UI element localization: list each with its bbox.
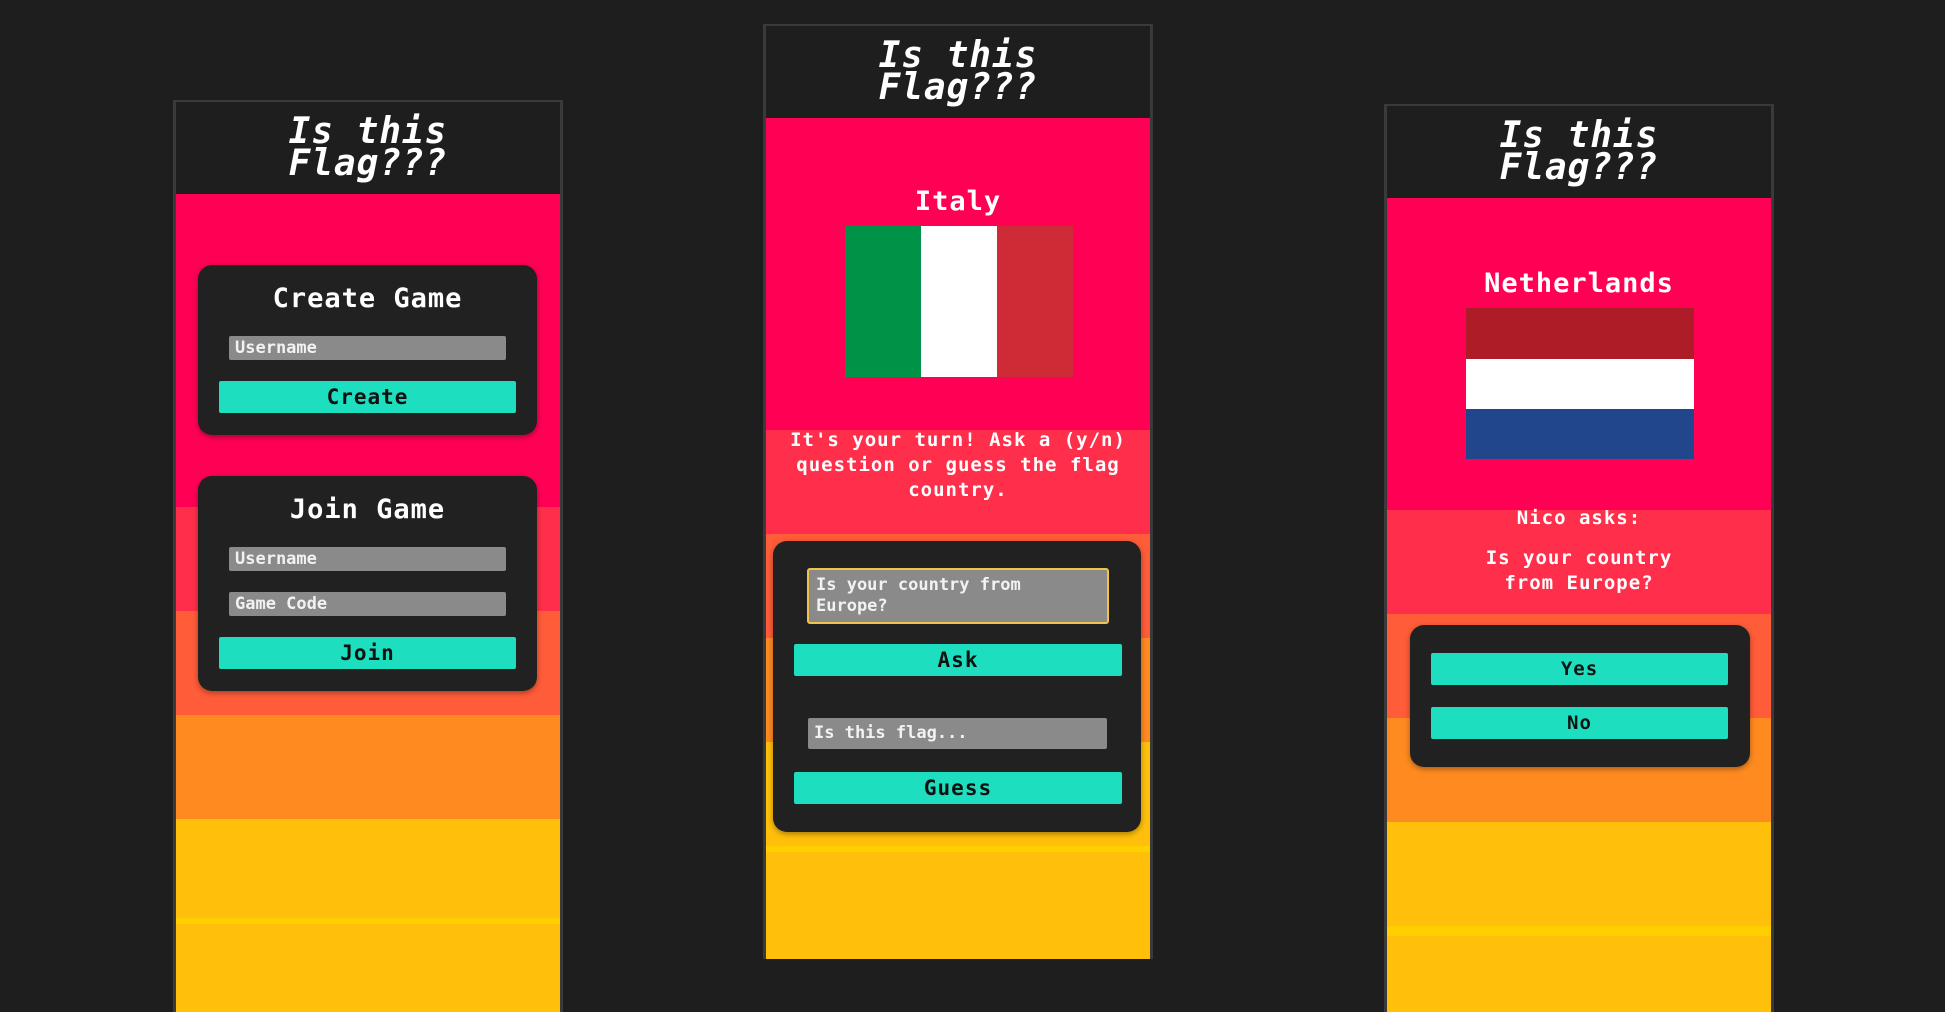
asker-line: Nico asks: xyxy=(1516,507,1642,529)
italy-flag xyxy=(845,226,1073,377)
yes-button[interactable]: Yes xyxy=(1431,653,1728,685)
join-game-title: Join Game xyxy=(289,494,446,525)
game-code-input[interactable]: Game Code xyxy=(229,592,506,616)
ask-button[interactable]: Ask xyxy=(794,644,1122,676)
ask-card: Is your country from Europe? Ask Is this… xyxy=(773,541,1141,832)
join-username-input[interactable]: Username xyxy=(229,547,506,571)
create-username-input[interactable]: Username xyxy=(229,336,506,360)
country-name: Netherlands xyxy=(1484,268,1674,299)
country-name: Italy xyxy=(914,186,1002,217)
join-button[interactable]: Join xyxy=(219,637,516,669)
no-button[interactable]: No xyxy=(1431,707,1728,739)
guess-button[interactable]: Guess xyxy=(794,772,1122,804)
join-game-card: Join Game Username Game Code Join xyxy=(198,476,537,691)
guess-input[interactable]: Is this flag... xyxy=(808,718,1107,749)
app-title: Is this Flag??? xyxy=(766,26,1150,118)
answer-card: Yes No xyxy=(1410,625,1750,767)
question-text: Is your country from Europe? xyxy=(1485,547,1673,594)
netherlands-flag xyxy=(1466,308,1694,459)
turn-message: It's your turn! Ask a (y/n) question or … xyxy=(790,429,1126,501)
app-title: Is this Flag??? xyxy=(176,102,560,194)
question-input[interactable]: Is your country from Europe? xyxy=(807,568,1109,624)
create-button[interactable]: Create xyxy=(219,381,516,413)
answer-screen: Is this Flag??? Netherlands Nico asks: Is… xyxy=(1384,104,1774,1012)
ask-screen: Is this Flag??? Italy It's your turn! Ask… xyxy=(763,24,1153,959)
app-title: Is this Flag??? xyxy=(1387,106,1771,198)
create-game-title: Create Game xyxy=(272,283,463,314)
lobby-screen: Is this Flag??? Create Game Username Crea… xyxy=(173,100,563,1012)
create-game-card: Create Game Username Create xyxy=(198,265,537,435)
